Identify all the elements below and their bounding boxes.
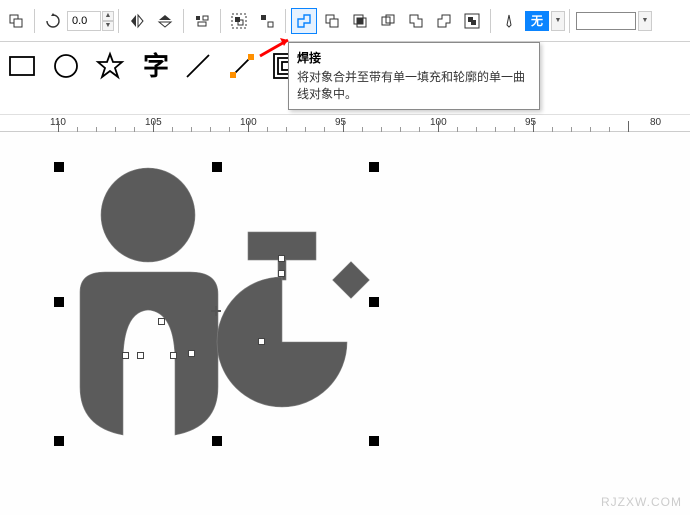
order-icon[interactable] [3, 8, 29, 34]
weld-tooltip: 焊接 将对象合并至带有单一填充和轮廓的单一曲线对象中。 [288, 42, 540, 110]
rotation-input[interactable]: 0.0 [67, 11, 101, 31]
pen-outline-icon[interactable] [496, 8, 522, 34]
fill-swatch[interactable]: 无 [525, 11, 549, 31]
selection-handle[interactable] [54, 436, 64, 446]
rectangle-shape-icon[interactable] [3, 47, 41, 85]
outline-dropdown[interactable]: ▼ [638, 11, 652, 31]
selection-handle[interactable] [54, 162, 64, 172]
selection-center-icon[interactable] [211, 306, 221, 316]
node-handle[interactable] [278, 270, 285, 277]
property-toolbar: 0.0 ▲▼ 无 ▼ ▼ [0, 0, 690, 42]
selection-handle[interactable] [369, 162, 379, 172]
ruler-label: 95 [335, 117, 346, 128]
node-handle[interactable] [137, 352, 144, 359]
watermark-text: RJZXW.COM [601, 495, 682, 509]
align-distribute-icon[interactable] [189, 8, 215, 34]
separator [569, 9, 570, 33]
selection-handle[interactable] [369, 297, 379, 307]
separator [34, 9, 35, 33]
circle-shape-icon[interactable] [47, 47, 85, 85]
trim-icon[interactable] [319, 8, 345, 34]
svg-text:字: 字 [143, 51, 169, 81]
outline-color-swatch[interactable] [576, 12, 636, 30]
selection-handle[interactable] [212, 162, 222, 172]
node-handle[interactable] [170, 352, 177, 359]
node-handle[interactable] [122, 352, 129, 359]
node-handle[interactable] [158, 318, 165, 325]
rotation-spinner[interactable]: ▲▼ [102, 11, 114, 31]
mirror-vertical-icon[interactable] [152, 8, 178, 34]
separator [118, 9, 119, 33]
selection-handle[interactable] [54, 297, 64, 307]
star-shape-icon[interactable] [91, 47, 129, 85]
tooltip-title: 焊接 [297, 49, 531, 66]
fill-dropdown[interactable]: ▼ [551, 11, 565, 31]
node-handle[interactable] [188, 350, 195, 357]
tooltip-description: 将对象合并至带有单一填充和轮廓的单一曲线对象中。 [297, 69, 531, 103]
canvas-area[interactable] [0, 132, 690, 515]
horizontal-ruler: 110 105 100 95 100 95 80 [0, 114, 690, 132]
weld-button[interactable] [291, 8, 317, 34]
spin-up[interactable]: ▲ [102, 11, 114, 21]
separator [220, 9, 221, 33]
line-shape-icon[interactable] [179, 47, 217, 85]
selection-handle[interactable] [212, 436, 222, 446]
ruler-label: 95 [525, 117, 536, 128]
selection-handle[interactable] [369, 436, 379, 446]
drawing-svg [0, 132, 690, 515]
front-minus-back-icon[interactable] [403, 8, 429, 34]
separator [490, 9, 491, 33]
line-selected-icon[interactable] [223, 47, 261, 85]
back-minus-front-icon[interactable] [431, 8, 457, 34]
node-handle[interactable] [258, 338, 265, 345]
boundary-icon[interactable] [459, 8, 485, 34]
ruler-label: 80 [650, 117, 661, 128]
text-shape-icon[interactable]: 字 [135, 47, 173, 85]
simplify-icon[interactable] [375, 8, 401, 34]
group-icon[interactable] [226, 8, 252, 34]
node-handle[interactable] [278, 255, 285, 262]
ungroup-icon[interactable] [254, 8, 280, 34]
intersect-icon[interactable] [347, 8, 373, 34]
separator [285, 9, 286, 33]
mirror-horizontal-icon[interactable] [124, 8, 150, 34]
rotate-icon[interactable] [40, 8, 66, 34]
separator [183, 9, 184, 33]
spin-down[interactable]: ▼ [102, 21, 114, 31]
